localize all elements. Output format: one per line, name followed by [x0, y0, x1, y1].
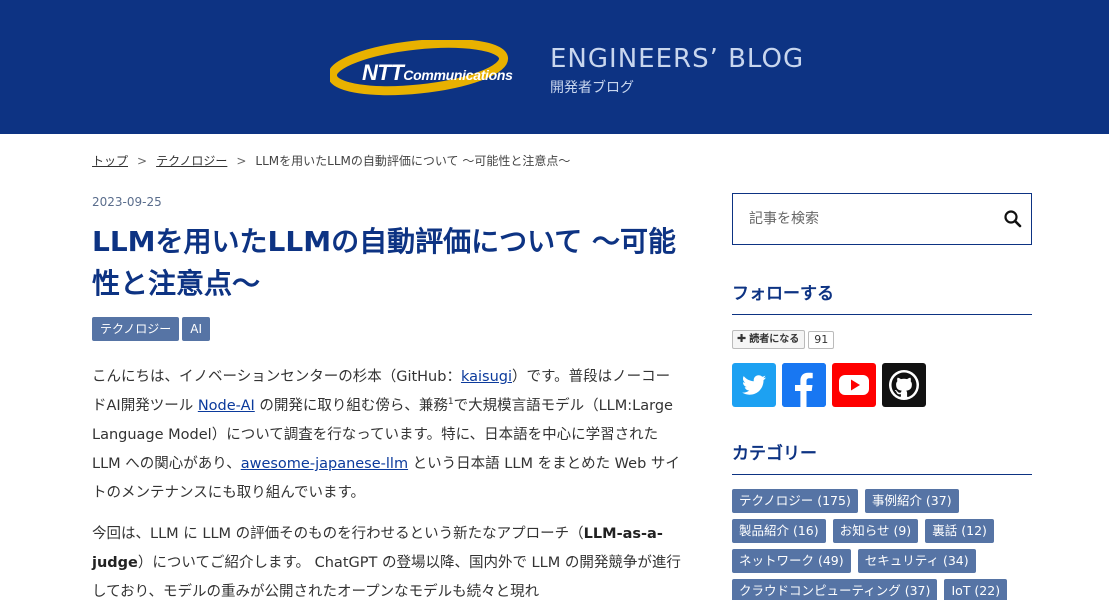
youtube-icon[interactable]	[832, 363, 876, 407]
paragraph-intro: こんにちは、イノベーションセンターの杉本（GitHub：kaisugi）です。普…	[92, 363, 682, 508]
search-icon[interactable]	[1003, 209, 1023, 229]
link-kaisugi[interactable]: kaisugi	[461, 369, 512, 385]
subscriber-count: 91	[808, 330, 835, 349]
text: の開発に取り組む傍ら、兼務	[254, 398, 448, 414]
text: ）についてご紹介します。 ChatGPT の登場以降、国内外で LLM の開発競…	[92, 555, 681, 600]
blog-subtitle: 開発者ブログ	[550, 80, 634, 96]
link-node-ai[interactable]: Node-AI	[198, 398, 255, 414]
category-news[interactable]: お知らせ (9)	[832, 519, 919, 543]
logo-company: Communications	[403, 67, 513, 83]
category-behind-the-scenes[interactable]: 裏話 (12)	[925, 519, 994, 543]
tag-technology[interactable]: テクノロジー	[92, 317, 180, 341]
ntt-communications-logo[interactable]: NTTCommunications	[330, 40, 540, 96]
category-cloud-computing[interactable]: クラウドコンピューティング (37)	[732, 579, 938, 600]
subscribe-label: 読者になる	[749, 334, 800, 345]
logo-wordmark: NTTCommunications	[362, 60, 513, 86]
sidebar: フォローする ✚読者になる91 カテゴリー テクノロジー (175) 事例紹介 …	[732, 193, 1032, 600]
category-security[interactable]: セキュリティ (34)	[857, 549, 976, 573]
category-case-studies[interactable]: 事例紹介 (37)	[864, 489, 959, 513]
post-tags: テクノロジー AI	[92, 317, 692, 341]
search-input[interactable]	[733, 194, 993, 244]
text: こんにちは、イノベーションセンターの杉本（GitHub：	[92, 369, 461, 385]
logo-ntt: NTT	[362, 60, 404, 85]
tag-ai[interactable]: AI	[182, 317, 211, 341]
github-icon[interactable]	[882, 363, 926, 407]
search-box	[732, 193, 1032, 245]
facebook-icon[interactable]	[782, 363, 826, 407]
breadcrumb-link-top[interactable]: トップ	[92, 154, 128, 168]
breadcrumb-separator: >	[236, 154, 247, 168]
breadcrumb-link-technology[interactable]: テクノロジー	[156, 154, 227, 168]
subscribe-button[interactable]: ✚ 読者になる	[732, 330, 806, 349]
paragraph-topic: 今回は、LLM に LLM の評価そのものを行わせるという新たなアプローチ（LL…	[92, 520, 682, 600]
link-awesome-japanese-llm[interactable]: awesome-japanese-llm	[241, 456, 408, 472]
plus-icon: ✚	[737, 332, 747, 345]
category-technology[interactable]: テクノロジー (175)	[732, 489, 858, 513]
category-network[interactable]: ネットワーク (49)	[732, 549, 851, 573]
breadcrumb-current: LLMを用いたLLMの自動評価について 〜可能性と注意点〜	[255, 154, 571, 168]
site-header: NTTCommunications ENGINEERS’ BLOG 開発者ブログ	[0, 0, 1109, 134]
post-date[interactable]: 2023-09-25	[92, 195, 692, 209]
category-list: テクノロジー (175) 事例紹介 (37) 製品紹介 (16) お知らせ (9…	[732, 489, 1032, 600]
category-heading: カテゴリー	[732, 439, 1032, 475]
blog-title[interactable]: ENGINEERS’ BLOG	[550, 44, 804, 74]
subscribe-row: ✚ 読者になる 91	[732, 329, 1032, 349]
breadcrumb: トップ > テクノロジー > LLMを用いたLLMの自動評価について 〜可能性と注意点〜	[92, 152, 570, 169]
twitter-icon[interactable]	[732, 363, 776, 407]
text: 今回は、LLM に LLM の評価そのものを行わせるという新たなアプローチ（	[92, 526, 584, 542]
social-links	[732, 363, 1032, 407]
category-products[interactable]: 製品紹介 (16)	[732, 519, 826, 543]
category-iot[interactable]: IoT (22)	[944, 579, 1008, 600]
breadcrumb-separator: >	[137, 154, 148, 168]
article: 2023-09-25 LLMを用いたLLMの自動評価について 〜可能性と注意点〜…	[92, 190, 692, 600]
follow-heading: フォローする	[732, 279, 1032, 315]
post-title[interactable]: LLMを用いたLLMの自動評価について 〜可能性と注意点〜	[92, 221, 692, 305]
article-body: こんにちは、イノベーションセンターの杉本（GitHub：kaisugi）です。普…	[92, 363, 682, 600]
